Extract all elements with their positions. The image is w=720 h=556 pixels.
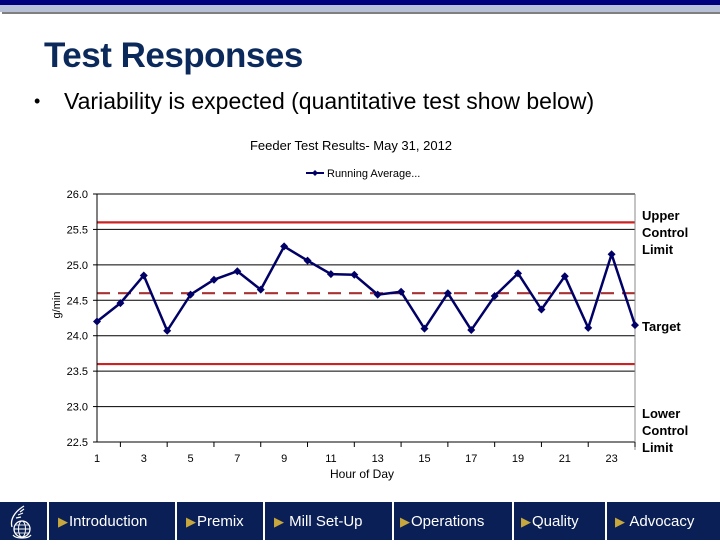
x-tick-label: 7 xyxy=(234,453,240,465)
y-tick-label: 25.5 xyxy=(67,224,88,236)
play-arrow-icon: ▶ xyxy=(521,514,531,529)
target-label: Target xyxy=(642,319,681,334)
y-tick-label: 26.0 xyxy=(67,189,88,201)
nav-premix[interactable]: ▶Premix xyxy=(177,502,263,540)
nav-label: Operations xyxy=(411,513,485,530)
nav-advocacy[interactable]: ▶ Advocacy xyxy=(607,502,720,540)
y-tick-label: 22.5 xyxy=(67,437,88,449)
logo[interactable] xyxy=(0,502,47,540)
y-axis-label: g/min xyxy=(51,292,63,319)
legend: Running Average... xyxy=(306,168,420,180)
chart: Feeder Test Results- May 31, 2012 Runnin… xyxy=(51,138,639,481)
nav-quality[interactable]: ▶Quality xyxy=(514,502,605,540)
nav-label: Mill Set-Up xyxy=(289,513,363,530)
x-tick-label: 21 xyxy=(559,453,571,465)
upper-control-limit-label: Upper Control Limit xyxy=(642,207,720,258)
nav-mill-set-up[interactable]: ▶ Mill Set-Up xyxy=(265,502,392,540)
x-tick-label: 19 xyxy=(512,453,524,465)
play-arrow-icon: ▶ xyxy=(615,514,625,529)
x-tick-label: 9 xyxy=(281,453,287,465)
bottom-navigation: ▶Introduction ▶Premix ▶ Mill Set-Up ▶Ope… xyxy=(0,502,720,540)
x-tick-label: 13 xyxy=(372,453,384,465)
gridlines xyxy=(97,193,635,443)
lower-control-limit-text: Lower Control Limit xyxy=(642,406,689,455)
x-tick-label: 3 xyxy=(141,453,147,465)
x-tick-label: 5 xyxy=(188,453,194,465)
y-tick-label: 23.5 xyxy=(67,366,88,378)
y-tick-label: 24.0 xyxy=(67,331,88,343)
y-tick-label: 24.5 xyxy=(67,295,88,307)
nav-introduction[interactable]: ▶Introduction xyxy=(49,502,175,540)
nav-label: Premix xyxy=(197,513,244,530)
nav-operations[interactable]: ▶Operations xyxy=(394,502,512,540)
lower-control-limit-label: Lower Control Limit xyxy=(642,405,720,456)
series-line xyxy=(96,245,637,333)
data-point xyxy=(631,321,639,330)
play-arrow-icon: ▶ xyxy=(58,514,68,529)
x-axis-label: Hour of Day xyxy=(330,467,394,481)
x-tick-label: 17 xyxy=(465,453,477,465)
y-tick-label: 23.0 xyxy=(67,402,88,414)
x-tick-label: 15 xyxy=(418,453,430,465)
data-point xyxy=(584,323,593,332)
play-arrow-icon: ▶ xyxy=(274,514,284,529)
nav-label: Advocacy xyxy=(629,513,695,530)
series-running-average xyxy=(93,242,639,335)
chart-title: Feeder Test Results- May 31, 2012 xyxy=(250,138,452,153)
x-tick-labels: 1 3 5 7 9 11 13 15 17 19 21 23 xyxy=(94,453,618,465)
nav-label: Introduction xyxy=(69,513,148,530)
x-tick-label: 1 xyxy=(94,453,100,465)
data-point xyxy=(607,250,616,259)
play-arrow-icon: ▶ xyxy=(400,514,410,529)
nav-label: Quality xyxy=(532,513,579,530)
x-tick-label: 11 xyxy=(325,453,336,465)
upper-control-limit-text: Upper Control Limit xyxy=(642,208,689,257)
legend-marker-icon xyxy=(312,170,318,176)
x-tick-label: 23 xyxy=(605,453,617,465)
globe-wheat-logo-icon xyxy=(10,505,32,539)
y-tick-labels: 26.0 25.5 25.0 24.5 24.0 23.5 23.0 22.5 xyxy=(67,189,88,449)
y-tick-label: 25.0 xyxy=(67,260,88,272)
legend-label: Running Average... xyxy=(327,168,420,180)
play-arrow-icon: ▶ xyxy=(186,514,196,529)
